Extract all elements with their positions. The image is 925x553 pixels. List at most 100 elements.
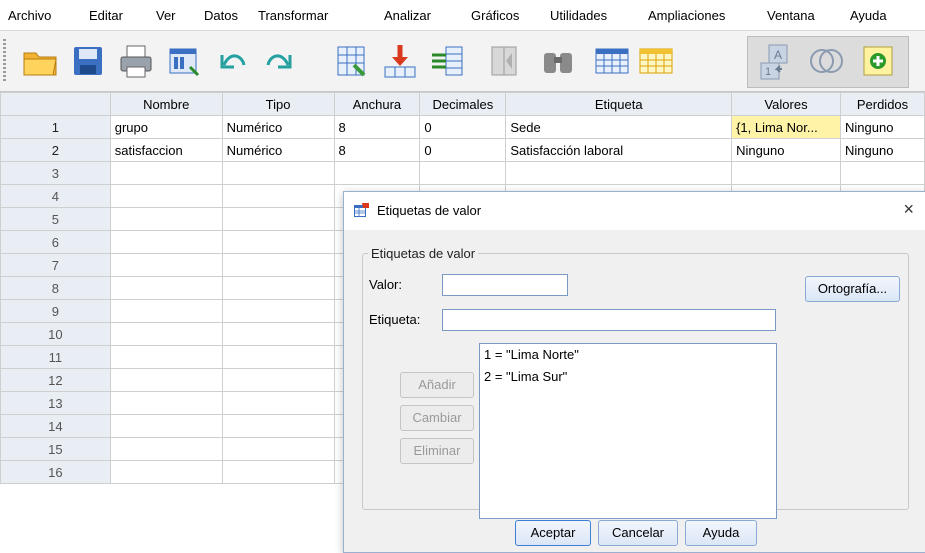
menu-ver[interactable]: Ver xyxy=(156,8,176,23)
cell-decimales[interactable]: 0 xyxy=(419,115,507,139)
cell-tipo[interactable] xyxy=(221,276,335,300)
spelling-icon[interactable] xyxy=(858,41,898,81)
insert-variable-icon[interactable] xyxy=(636,41,676,81)
toolbar-grip[interactable] xyxy=(3,39,6,83)
row-number[interactable]: 15 xyxy=(0,437,111,461)
cell-tipo[interactable] xyxy=(221,161,335,185)
row-number[interactable]: 1 xyxy=(0,115,111,139)
cell-decimales[interactable] xyxy=(419,161,507,185)
menu-ventana[interactable]: Ventana xyxy=(767,8,815,23)
cell-nombre[interactable] xyxy=(109,161,223,185)
cell-nombre[interactable] xyxy=(109,391,223,415)
cell-anchura[interactable] xyxy=(333,161,421,185)
variables-icon[interactable] xyxy=(428,41,468,81)
cell-tipo[interactable] xyxy=(221,299,335,323)
menu-datos[interactable]: Datos xyxy=(204,8,238,23)
cell-valores[interactable]: Ninguno xyxy=(731,138,841,162)
cancel-button[interactable]: Cancelar xyxy=(598,520,678,546)
cell-tipo[interactable] xyxy=(221,345,335,369)
redo-icon[interactable] xyxy=(260,41,300,81)
cell-tipo[interactable]: Numérico xyxy=(221,138,335,162)
cell-nombre[interactable] xyxy=(109,414,223,438)
col-header-decimales[interactable]: Decimales xyxy=(419,92,507,116)
split-file-icon[interactable] xyxy=(484,41,524,81)
save-icon[interactable] xyxy=(68,41,108,81)
row-number[interactable]: 7 xyxy=(0,253,111,277)
insert-cases-icon[interactable] xyxy=(592,41,632,81)
print-icon[interactable] xyxy=(116,41,156,81)
cell-nombre[interactable] xyxy=(109,345,223,369)
row-number[interactable]: 11 xyxy=(0,345,111,369)
cell-nombre[interactable]: satisfaccion xyxy=(109,138,223,162)
cell-nombre[interactable] xyxy=(109,299,223,323)
row-number[interactable]: 2 xyxy=(0,138,111,162)
cell-etiqueta[interactable] xyxy=(505,161,733,185)
cell-anchura[interactable]: 8 xyxy=(333,115,421,139)
cell-tipo[interactable] xyxy=(221,437,335,461)
cell-tipo[interactable] xyxy=(221,368,335,392)
row-number[interactable]: 12 xyxy=(0,368,111,392)
help-button[interactable]: Ayuda xyxy=(685,520,757,546)
cell-nombre[interactable] xyxy=(109,230,223,254)
open-folder-icon[interactable] xyxy=(20,41,60,81)
menu-editar[interactable]: Editar xyxy=(89,8,123,23)
cell-nombre[interactable] xyxy=(109,322,223,346)
ok-button[interactable]: Aceptar xyxy=(515,520,591,546)
cell-tipo[interactable] xyxy=(221,391,335,415)
col-header-tipo[interactable]: Tipo xyxy=(221,92,335,116)
use-sets-icon[interactable] xyxy=(806,41,846,81)
row-number[interactable]: 10 xyxy=(0,322,111,346)
cell-nombre[interactable]: grupo xyxy=(109,115,223,139)
cell-nombre[interactable] xyxy=(109,184,223,208)
cell-nombre[interactable] xyxy=(109,253,223,277)
cell-perdidos[interactable] xyxy=(840,161,925,185)
cell-tipo[interactable] xyxy=(221,207,335,231)
cell-nombre[interactable] xyxy=(109,460,223,484)
cell-nombre[interactable] xyxy=(109,437,223,461)
goto-variable-icon[interactable] xyxy=(380,41,420,81)
cell-decimales[interactable]: 0 xyxy=(419,138,507,162)
list-item[interactable]: 2 = "Lima Sur" xyxy=(480,366,776,388)
value-labels-icon[interactable]: A1 xyxy=(755,41,795,81)
menu-graficos[interactable]: Gráficos xyxy=(471,8,519,23)
row-number[interactable]: 4 xyxy=(0,184,111,208)
row-number[interactable]: 3 xyxy=(0,161,111,185)
cell-tipo[interactable] xyxy=(221,253,335,277)
row-number[interactable]: 5 xyxy=(0,207,111,231)
cell-nombre[interactable] xyxy=(109,368,223,392)
cell-perdidos[interactable]: Ninguno xyxy=(840,138,925,162)
dialog-titlebar[interactable]: Etiquetas de valor × xyxy=(344,192,925,230)
undo-icon[interactable] xyxy=(212,41,252,81)
row-number[interactable]: 8 xyxy=(0,276,111,300)
recall-dialog-icon[interactable] xyxy=(164,41,204,81)
remove-button[interactable]: Eliminar xyxy=(400,438,474,464)
row-number[interactable]: 9 xyxy=(0,299,111,323)
find-icon[interactable] xyxy=(538,41,578,81)
goto-case-icon[interactable] xyxy=(332,41,372,81)
menu-ayuda[interactable]: Ayuda xyxy=(850,8,887,23)
cell-tipo[interactable] xyxy=(221,414,335,438)
col-header-nombre[interactable]: Nombre xyxy=(109,92,223,116)
row-number[interactable]: 13 xyxy=(0,391,111,415)
cell-nombre[interactable] xyxy=(109,207,223,231)
menu-ampliaciones[interactable]: Ampliaciones xyxy=(648,8,725,23)
value-labels-list[interactable]: 1 = "Lima Norte" 2 = "Lima Sur" xyxy=(479,343,777,519)
col-header-valores[interactable]: Valores xyxy=(731,92,841,116)
cell-etiqueta[interactable]: Satisfacción laboral xyxy=(505,138,733,162)
row-number[interactable]: 16 xyxy=(0,460,111,484)
cell-valores[interactable] xyxy=(731,161,841,185)
cell-valores[interactable]: {1, Lima Nor... xyxy=(731,115,841,139)
col-header-etiqueta[interactable]: Etiqueta xyxy=(505,92,733,116)
menu-transformar[interactable]: Transformar xyxy=(258,8,328,23)
cell-tipo[interactable] xyxy=(221,184,335,208)
col-header-anchura[interactable]: Anchura xyxy=(333,92,421,116)
menu-analizar[interactable]: Analizar xyxy=(384,8,431,23)
cell-tipo[interactable] xyxy=(221,230,335,254)
change-button[interactable]: Cambiar xyxy=(400,405,474,431)
corner-cell[interactable] xyxy=(0,92,111,116)
cell-perdidos[interactable]: Ninguno xyxy=(840,115,925,139)
cell-tipo[interactable] xyxy=(221,322,335,346)
cell-anchura[interactable]: 8 xyxy=(333,138,421,162)
add-button[interactable]: Añadir xyxy=(400,372,474,398)
cell-etiqueta[interactable]: Sede xyxy=(505,115,733,139)
